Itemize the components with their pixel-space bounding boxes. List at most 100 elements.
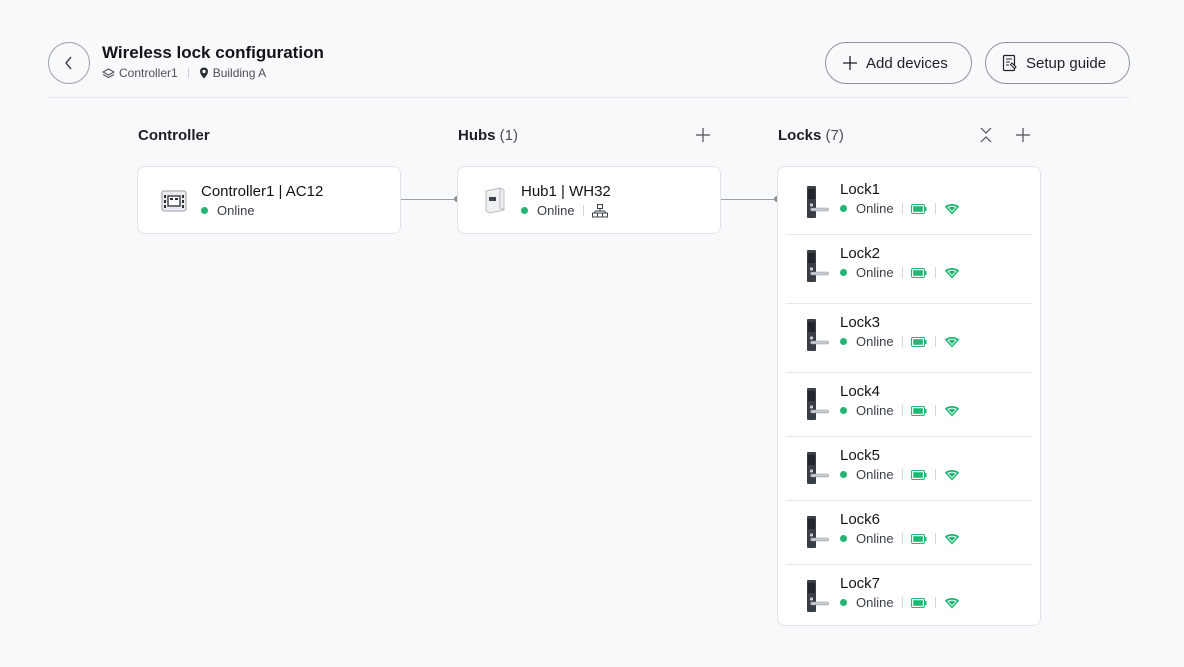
lock-status: Online — [840, 531, 960, 546]
status-divider — [934, 405, 936, 416]
controller-name: Controller1 | AC12 — [201, 183, 324, 200]
lock-name: Lock6 — [840, 511, 881, 528]
lock-name: Lock2 — [840, 245, 881, 262]
breadcrumb-location[interactable]: Building A — [213, 66, 266, 80]
controller-title-text: Controller — [138, 127, 210, 144]
back-button[interactable] — [48, 42, 90, 84]
page-title: Wireless lock configuration — [102, 43, 324, 62]
battery-icon — [910, 336, 927, 347]
lock-name: Lock7 — [840, 575, 881, 592]
lock-info: Lock3 Online — [840, 314, 960, 349]
door-lock-icon — [807, 186, 829, 218]
status-divider — [934, 267, 936, 278]
status-divider — [901, 336, 903, 347]
lock-name: Lock3 — [840, 314, 881, 331]
door-lock-icon — [807, 319, 829, 351]
setup-guide-button[interactable]: Setup guide — [985, 42, 1130, 84]
location-pin-icon — [199, 67, 208, 79]
lock-status: Online — [840, 265, 960, 280]
locks-column-title: Locks (7) — [778, 127, 844, 144]
breadcrumb: Controller1 Building A — [102, 66, 266, 80]
lock-status: Online — [840, 201, 960, 216]
plus-icon — [843, 56, 857, 70]
lock-name: Lock1 — [840, 181, 881, 198]
locks-card: Lock1 Online Lock2 Online Lock3 Online L… — [777, 166, 1041, 626]
controller-status: Online — [201, 203, 323, 218]
lock-status-text: Online — [856, 334, 894, 349]
status-divider — [582, 205, 584, 216]
chevron-left-icon — [65, 56, 72, 70]
collapse-locks-button[interactable] — [976, 125, 996, 145]
hub-name: Hub1 | WH32 — [521, 183, 611, 200]
door-lock-icon — [807, 250, 829, 282]
lock-list-item[interactable]: Lock6 Online — [786, 501, 1032, 565]
status-divider — [901, 469, 903, 480]
door-lock-icon — [807, 452, 829, 484]
lock-info: Lock4 Online — [840, 383, 960, 418]
status-divider — [901, 597, 903, 608]
online-status-dot — [840, 599, 847, 606]
online-status-dot — [521, 207, 528, 214]
online-status-dot — [840, 535, 847, 542]
lock-list-item[interactable]: Lock3 Online — [786, 304, 1032, 373]
battery-icon — [910, 597, 927, 608]
battery-icon — [910, 469, 927, 480]
add-hub-button[interactable] — [693, 125, 713, 145]
add-devices-label: Add devices — [866, 54, 948, 72]
lock-info: Lock5 Online — [840, 447, 960, 482]
door-lock-icon — [807, 580, 829, 612]
battery-icon — [910, 267, 927, 278]
online-status-dot — [840, 407, 847, 414]
breadcrumb-divider — [187, 68, 189, 78]
hubs-column-title: Hubs (1) — [458, 127, 518, 144]
locks-title-text: Locks — [778, 127, 822, 144]
battery-icon — [910, 203, 927, 214]
status-divider — [901, 267, 903, 278]
battery-icon — [910, 533, 927, 544]
add-lock-button[interactable] — [1013, 125, 1033, 145]
wifi-signal-icon — [944, 469, 959, 480]
network-icon — [591, 203, 608, 217]
lock-status: Online — [840, 334, 960, 349]
lock-info: Lock1 Online — [840, 181, 960, 216]
door-lock-icon — [807, 516, 829, 548]
status-divider — [901, 533, 903, 544]
lock-info: Lock7 Online — [840, 575, 960, 610]
lock-list-item[interactable]: Lock4 Online — [786, 373, 1032, 437]
lock-list-item[interactable]: Lock2 Online — [786, 235, 1032, 304]
breadcrumb-controller[interactable]: Controller1 — [119, 66, 178, 80]
add-devices-button[interactable]: Add devices — [825, 42, 972, 84]
status-divider — [934, 469, 936, 480]
controller-status-text: Online — [217, 203, 255, 218]
lock-list-item[interactable]: Lock1 Online — [786, 171, 1032, 235]
lock-status-text: Online — [856, 467, 894, 482]
lock-info: Lock2 Online — [840, 245, 960, 280]
collapse-icon — [980, 127, 992, 143]
wifi-signal-icon — [944, 597, 959, 608]
hub-device-icon — [485, 187, 505, 214]
controller-device-icon — [161, 190, 187, 212]
lock-status-text: Online — [856, 403, 894, 418]
lock-list-item[interactable]: Lock5 Online — [786, 437, 1032, 501]
controller-card[interactable]: Controller1 | AC12 Online — [137, 166, 401, 234]
hub-card[interactable]: Hub1 | WH32 Online — [457, 166, 721, 234]
status-divider — [934, 203, 936, 214]
lock-status-text: Online — [856, 595, 894, 610]
lock-status: Online — [840, 595, 960, 610]
lock-status-text: Online — [856, 265, 894, 280]
online-status-dot — [840, 269, 847, 276]
battery-icon — [910, 405, 927, 416]
lock-name: Lock4 — [840, 383, 881, 400]
lock-info: Lock6 Online — [840, 511, 960, 546]
wifi-signal-icon — [944, 267, 959, 278]
lock-name: Lock5 — [840, 447, 881, 464]
online-status-dot — [840, 205, 847, 212]
layers-icon — [102, 67, 115, 78]
door-lock-icon — [807, 388, 829, 420]
plus-icon — [1016, 128, 1030, 142]
lock-list-item[interactable]: Lock7 Online — [786, 565, 1032, 625]
controller-column-title: Controller — [138, 127, 210, 144]
hubs-count: (1) — [499, 127, 519, 144]
status-divider — [934, 336, 936, 347]
online-status-dot — [201, 207, 208, 214]
